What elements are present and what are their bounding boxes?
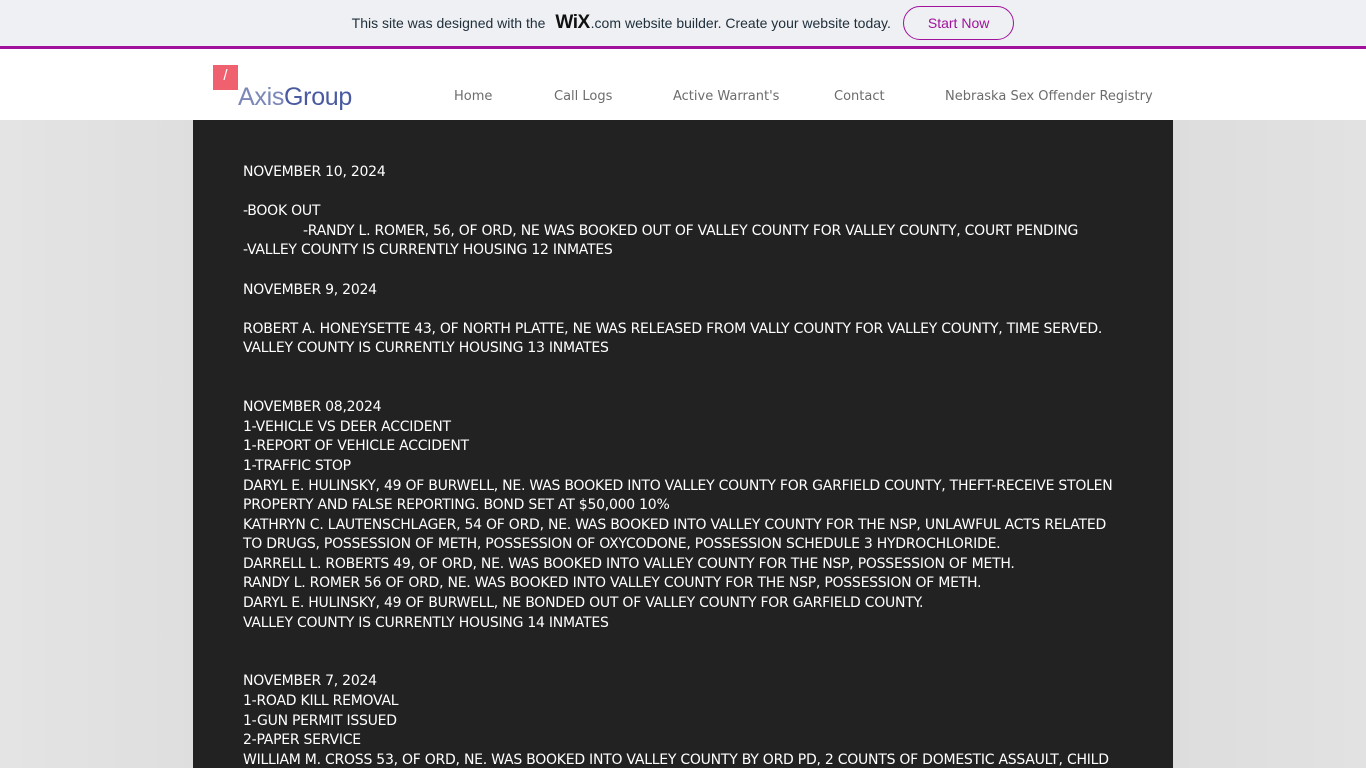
log-line: -BOOK OUT	[243, 203, 321, 220]
banner-text-before: This site was designed with the	[351, 15, 546, 31]
log-line: KATHRYN C. LAUTENSCHLAGER, 54 OF ORD, NE…	[243, 516, 1106, 553]
log-line: 1-VEHICLE VS DEER ACCIDENT	[243, 418, 451, 435]
log-line: DARYL E. HULINSKY, 49 OF BURWELL, NE BON…	[243, 595, 924, 612]
log-line: 2-PAPER SERVICE	[243, 732, 361, 749]
log-line: DARRELL L. ROBERTS 49, OF ORD, NE. WAS B…	[243, 555, 1015, 572]
log-line: 1-GUN PERMIT ISSUED	[243, 712, 397, 729]
nav-home[interactable]: Home	[454, 89, 492, 104]
wix-logo: WiX	[555, 12, 590, 33]
log-line: NOVEMBER 10, 2024	[243, 164, 386, 180]
logo-mark[interactable]: /	[213, 65, 238, 90]
wix-promo-banner: This site was designed with the WiX .com …	[0, 0, 1366, 49]
site-header: / AxisGroup Home Call Logs Active Warran…	[0, 49, 1366, 120]
nav-contact[interactable]: Contact	[834, 89, 885, 104]
log-line: VALLEY COUNTY IS CURRENTLY HOUSING 14 IN…	[243, 614, 609, 631]
log-line: 1-ROAD KILL REMOVAL	[243, 693, 399, 710]
log-line: WILLIAM M. CROSS 53, OF ORD, NE. WAS BOO…	[243, 751, 1109, 768]
log-line: NOVEMBER 08,2024	[243, 399, 382, 416]
nav-active-warrants[interactable]: Active Warrant's	[673, 89, 779, 104]
log-line: DARYL E. HULINSKY, 49 OF BURWELL, NE. WA…	[243, 477, 1113, 514]
call-log-feed: NOVEMBER 10, 2024 -BOOK OUT -RANDY L. ROME…	[243, 163, 1123, 768]
log-line: 1-TRAFFIC STOP	[243, 457, 351, 474]
log-line: -RANDY L. ROMER, 56, OF ORD, NE WAS BOOK…	[303, 222, 1079, 239]
banner-text-after: website builder. Create your website tod…	[624, 15, 891, 31]
start-now-button[interactable]: Start Now	[902, 6, 1015, 40]
nav-sex-offender-registry[interactable]: Nebraska Sex Offender Registry	[945, 89, 1153, 104]
log-line: ROBERT A. HONEYSETTE 43, OF NORTH PLATTE…	[243, 320, 1103, 337]
log-line: NOVEMBER 7, 2024	[243, 673, 377, 690]
log-line: VALLEY COUNTY IS CURRENTLY HOUSING 13 IN…	[243, 340, 609, 357]
call-log-panel: NOVEMBER 10, 2024 -BOOK OUT -RANDY L. ROME…	[193, 120, 1173, 768]
log-line: -VALLEY COUNTY IS CURRENTLY HOUSING 12 I…	[243, 242, 613, 259]
wix-dotcom: .com	[590, 15, 621, 31]
nav-call-logs[interactable]: Call Logs	[554, 89, 612, 104]
log-line: NOVEMBER 9, 2024	[243, 281, 377, 298]
log-line: RANDY L. ROMER 56 OF ORD, NE. WAS BOOKED…	[243, 575, 982, 592]
main-nav: Home Call Logs Active Warrant's Contact …	[0, 89, 1366, 109]
log-line: 1-REPORT OF VEHICLE ACCIDENT	[243, 438, 469, 455]
